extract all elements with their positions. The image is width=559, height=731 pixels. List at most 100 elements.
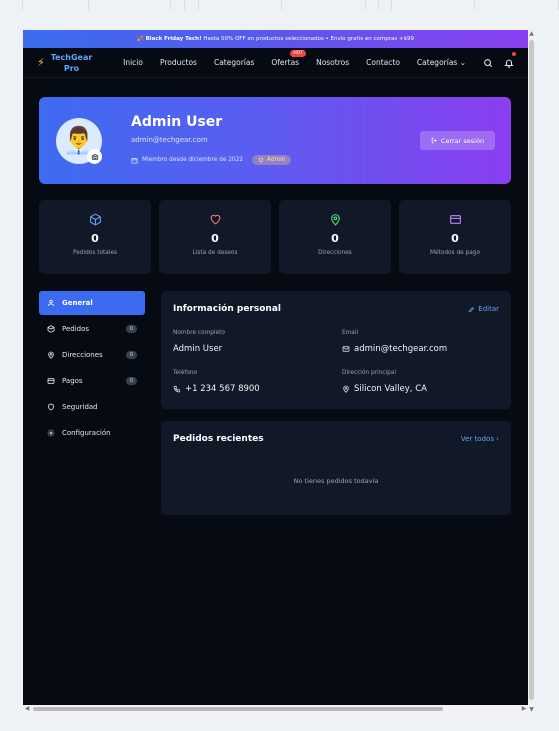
- stat-label: Lista de deseos: [192, 250, 238, 256]
- promo-banner[interactable]: 🎉 Black Friday Tech! Hasta 50% OFF en pr…: [23, 30, 528, 48]
- sidebar-item-label: General: [62, 299, 93, 307]
- box-icon: [89, 213, 101, 226]
- count-badge: 0: [126, 325, 137, 333]
- nav-link-inicio[interactable]: Inicio: [123, 58, 143, 67]
- sidebar-item-label: Pagos: [62, 377, 83, 385]
- notifications-button[interactable]: [504, 52, 516, 72]
- sidebar-item-seguridad[interactable]: Seguridad: [39, 395, 145, 419]
- profile-name: Admin User: [131, 114, 223, 130]
- stat-value: 0: [211, 232, 219, 245]
- profile-meta: Miembro desde diciembre de 2022 Admin: [131, 155, 292, 165]
- nav-link-productos[interactable]: Productos: [160, 58, 197, 67]
- card-title: Pedidos recientes: [173, 434, 264, 444]
- stat-label: Métodos de pago: [429, 250, 481, 256]
- change-photo-button[interactable]: [87, 149, 102, 164]
- stat-label: Pedidos totales: [72, 250, 118, 256]
- edit-label: Editar: [478, 305, 499, 313]
- role-badge: Admin: [252, 155, 292, 165]
- nav-link-categorias[interactable]: Categorías: [214, 58, 254, 67]
- address-label: Dirección principal: [342, 370, 396, 376]
- stat-card-wishlist[interactable]: 0 Lista de deseos: [159, 200, 271, 274]
- credit-card-icon: [47, 378, 55, 384]
- stat-label: Direcciones: [318, 250, 352, 256]
- sidebar-item-label: Pedidos: [62, 325, 90, 333]
- sidebar-item-label: Configuración: [62, 429, 111, 437]
- address-text: Silicon Valley, CA: [354, 384, 427, 394]
- recent-orders-card: Pedidos recientes Ver todos › No tienes …: [161, 421, 511, 515]
- horizontal-scrollbar[interactable]: ◀ ▶: [23, 705, 528, 713]
- profile-sidebar: General Pedidos 0 Direcciones 0 Pagos 0 …: [39, 291, 145, 447]
- count-badge: 0: [126, 351, 137, 359]
- logo[interactable]: ⚡ TechGear Pro: [37, 52, 115, 74]
- sidebar-item-general[interactable]: General: [39, 291, 145, 315]
- nav-link-nosotros[interactable]: Nosotros: [316, 58, 349, 67]
- scrollbar-thumb[interactable]: [529, 40, 534, 700]
- personal-info-card: Información personal Editar Nombre compl…: [161, 291, 511, 409]
- fullname-label: Nombre completo: [173, 330, 225, 336]
- email-label: Email: [342, 330, 359, 336]
- stat-value: 0: [451, 232, 459, 245]
- search-icon[interactable]: [483, 58, 493, 68]
- categories-dropdown[interactable]: Categorías ⌄: [417, 58, 466, 67]
- address-value: Silicon Valley, CA: [342, 384, 427, 394]
- logout-button[interactable]: Cerrar sesión: [420, 131, 495, 150]
- vertical-scrollbar[interactable]: ▲ ▼: [528, 30, 535, 713]
- phone-value: +1 234 567 8900: [173, 384, 260, 394]
- profile-header: 👨‍💼 Admin User admin@techgear.com Miembr…: [39, 97, 511, 184]
- party-icon: 🎉: [136, 36, 144, 42]
- scroll-left-icon[interactable]: ◀: [23, 705, 31, 713]
- hot-badge: HOT: [290, 50, 307, 57]
- stat-value: 0: [91, 232, 99, 245]
- empty-state: No tienes pedidos todavía: [293, 477, 379, 485]
- map-pin-icon: [343, 385, 349, 393]
- map-pin-icon: [48, 351, 54, 359]
- sidebar-item-pedidos[interactable]: Pedidos 0: [39, 317, 145, 341]
- role-badge-label: Admin: [267, 157, 286, 163]
- brand-line-1: TechGear: [50, 52, 93, 62]
- stat-value: 0: [331, 232, 339, 245]
- sidebar-item-label: Direcciones: [62, 351, 103, 359]
- sidebar-item-label: Seguridad: [62, 403, 98, 411]
- gear-icon: [47, 429, 55, 437]
- stat-card-payments[interactable]: 0 Métodos de pago: [399, 200, 511, 274]
- count-badge: 0: [126, 377, 137, 385]
- user-icon: [47, 299, 55, 307]
- scroll-up-icon[interactable]: ▲: [528, 30, 535, 37]
- edit-button[interactable]: Editar: [468, 305, 499, 313]
- fullname-text: Admin User: [173, 344, 223, 354]
- email-text: admin@techgear.com: [354, 344, 448, 354]
- browser-viewport: 🎉 Black Friday Tech! Hasta 50% OFF en pr…: [23, 30, 528, 713]
- phone-label: Teléfono: [173, 370, 198, 376]
- scrollbar-thumb[interactable]: [33, 707, 443, 711]
- email-value: admin@techgear.com: [342, 344, 447, 354]
- sidebar-item-configuracion[interactable]: Configuración: [39, 421, 145, 445]
- fullname-value: Admin User: [173, 344, 222, 354]
- brand-line-2: Pro: [63, 63, 80, 73]
- logout-icon: [431, 137, 437, 144]
- sidebar-item-pagos[interactable]: Pagos 0: [39, 369, 145, 393]
- member-since: Miembro desde diciembre de 2022: [142, 157, 243, 163]
- nav-link-ofertas[interactable]: Ofertas HOT: [271, 50, 307, 67]
- profile-email: admin@techgear.com: [131, 136, 208, 144]
- credit-card-icon: [449, 215, 461, 224]
- background-grid: [0, 0, 559, 10]
- calendar-icon: [131, 157, 138, 163]
- box-icon: [47, 325, 55, 333]
- promo-text: Hasta 50% OFF en productos seleccionados…: [201, 36, 415, 42]
- nav-link-contacto[interactable]: Contacto: [366, 58, 400, 67]
- stat-card-addresses[interactable]: 0 Direcciones: [279, 200, 391, 274]
- view-all-link[interactable]: Ver todos ›: [461, 435, 499, 443]
- nav-link-ofertas-label: Ofertas: [271, 58, 300, 67]
- stat-card-orders[interactable]: 0 Pedidos totales: [39, 200, 151, 274]
- mail-icon: [342, 346, 350, 352]
- bell-icon: [504, 59, 514, 68]
- logout-label: Cerrar sesión: [440, 136, 485, 145]
- notification-dot: [512, 52, 516, 56]
- scroll-down-icon[interactable]: ▼: [528, 706, 535, 713]
- camera-icon: [91, 153, 98, 160]
- brand-name: TechGear Pro: [51, 52, 93, 74]
- scroll-right-icon[interactable]: ▶: [520, 705, 528, 713]
- sidebar-item-direcciones[interactable]: Direcciones 0: [39, 343, 145, 367]
- card-title: Información personal: [173, 304, 281, 314]
- promo-bold-text: Black Friday Tech!: [145, 36, 202, 42]
